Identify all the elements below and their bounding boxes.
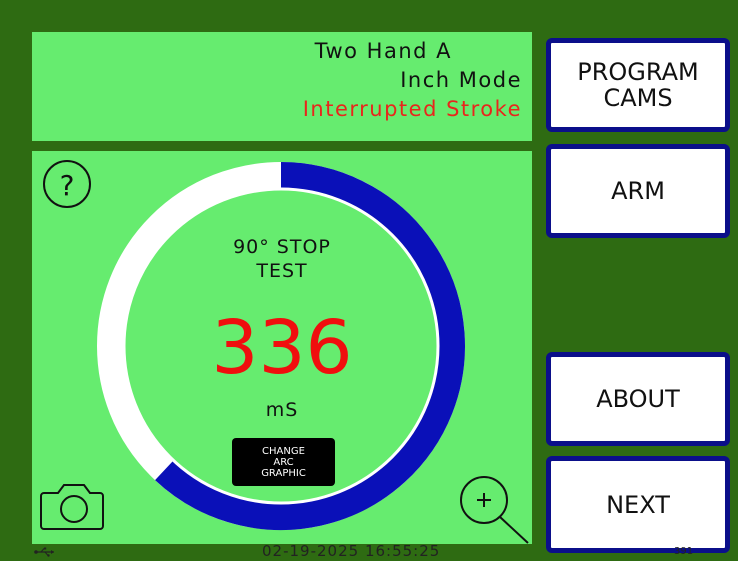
unit-label: mS bbox=[265, 399, 299, 421]
build-number: 391 bbox=[674, 546, 694, 557]
stroke-status: Interrupted Stroke bbox=[302, 97, 522, 121]
status-bar: 02-19-2025 16:55:25 391 bbox=[0, 542, 738, 561]
zoom-in-icon[interactable] bbox=[460, 476, 529, 544]
stop-time-value: 336 bbox=[211, 305, 353, 391]
change-arc-graphic-button[interactable]: CHANGE ARC GRAPHIC bbox=[232, 438, 335, 486]
question-circle-icon[interactable]: ? bbox=[43, 160, 91, 208]
svg-text:?: ? bbox=[60, 169, 75, 202]
status-panel: Two Hand A Inch Mode Interrupted Stroke bbox=[32, 32, 532, 141]
arm-button[interactable]: ARM bbox=[546, 144, 730, 238]
program-cams-button[interactable]: PROGRAM CAMS bbox=[546, 38, 730, 132]
stop-test-gauge-panel: ? 90° STOP TEST 336 mS CHANGE ARC GRAPHI… bbox=[32, 151, 532, 544]
mode-name: Two Hand A bbox=[314, 39, 452, 63]
operating-mode: Inch Mode bbox=[400, 68, 522, 92]
datetime-display: 02-19-2025 16:55:25 bbox=[262, 542, 441, 560]
usb-icon bbox=[34, 547, 54, 557]
next-button[interactable]: NEXT bbox=[546, 456, 730, 553]
camera-icon[interactable] bbox=[40, 484, 104, 530]
test-title: 90° STOP TEST bbox=[233, 236, 331, 282]
about-button[interactable]: ABOUT bbox=[546, 352, 730, 446]
